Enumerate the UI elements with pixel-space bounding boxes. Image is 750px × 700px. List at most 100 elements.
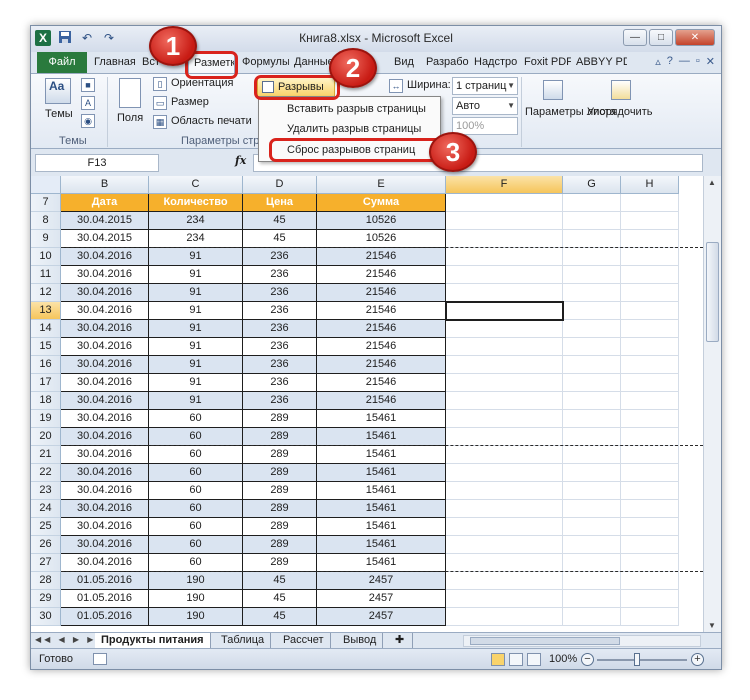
table-cell[interactable]: 10526 [317,230,446,248]
scale-spinner[interactable]: 100% [452,117,518,135]
page-break-preview-button[interactable] [527,653,541,666]
table-cell[interactable]: 236 [243,338,317,356]
empty-cell[interactable] [446,284,563,302]
table-cell[interactable]: 30.04.2016 [61,248,149,266]
empty-cell[interactable] [621,446,679,464]
table-cell[interactable]: 60 [149,428,243,446]
empty-cell[interactable] [621,338,679,356]
table-cell[interactable]: 236 [243,266,317,284]
empty-cell[interactable] [621,464,679,482]
themes-button-label[interactable]: Темы [45,108,73,120]
empty-cell[interactable] [621,482,679,500]
table-cell[interactable]: 21546 [317,338,446,356]
empty-cell[interactable] [621,248,679,266]
empty-cell[interactable] [563,536,621,554]
table-cell[interactable]: 91 [149,374,243,392]
row-header[interactable]: 8 [31,212,61,230]
size-button[interactable]: Размер [171,96,209,108]
column-header[interactable]: D [243,176,317,194]
table-cell[interactable]: 15461 [317,464,446,482]
table-cell[interactable]: 30.04.2016 [61,500,149,518]
table-cell[interactable]: 15461 [317,446,446,464]
table-cell[interactable]: 289 [243,446,317,464]
table-cell[interactable]: 15461 [317,482,446,500]
table-cell[interactable]: 30.04.2015 [61,212,149,230]
row-header[interactable]: 30 [31,608,61,626]
table-cell[interactable]: 15461 [317,428,446,446]
maximize-button[interactable]: □ [649,29,673,46]
empty-cell[interactable] [563,356,621,374]
empty-cell[interactable] [446,590,563,608]
print-area-button[interactable]: Область печати [171,115,252,127]
selected-cell[interactable] [445,301,564,321]
table-cell[interactable]: 30.04.2016 [61,536,149,554]
row-header[interactable]: 20 [31,428,61,446]
tab-home[interactable]: Главная [89,52,135,74]
empty-cell[interactable] [621,572,679,590]
size-icon[interactable]: ▭ [153,96,167,110]
empty-cell[interactable] [621,230,679,248]
row-header[interactable]: 7 [31,194,61,212]
scroll-up-icon[interactable]: ▲ [708,178,716,187]
column-header[interactable]: C [149,176,243,194]
table-cell[interactable]: 234 [149,212,243,230]
row-header[interactable]: 18 [31,392,61,410]
empty-cell[interactable] [446,320,563,338]
table-cell[interactable]: 60 [149,536,243,554]
empty-cell[interactable] [621,410,679,428]
themes-icon[interactable]: Aa [45,78,71,104]
row-header[interactable]: 10 [31,248,61,266]
row-header[interactable]: 9 [31,230,61,248]
insert-sheet-icon[interactable]: ✚ [391,633,413,649]
select-all-corner[interactable] [31,176,61,194]
table-cell[interactable]: 190 [149,572,243,590]
minimize-ribbon-icon[interactable]: ▵ [655,55,661,68]
table-cell[interactable]: 30.04.2016 [61,482,149,500]
empty-cell[interactable] [563,572,621,590]
print-area-icon[interactable]: ▦ [153,115,167,129]
scroll-down-icon[interactable]: ▼ [708,621,716,630]
table-cell[interactable]: 21546 [317,248,446,266]
table-cell[interactable]: 289 [243,518,317,536]
empty-cell[interactable] [563,608,621,626]
table-cell[interactable]: 289 [243,500,317,518]
empty-cell[interactable] [621,356,679,374]
table-cell[interactable]: 60 [149,500,243,518]
table-cell[interactable]: 21546 [317,284,446,302]
zoom-out-button[interactable]: − [581,653,594,666]
table-cell[interactable]: 15461 [317,554,446,572]
empty-cell[interactable] [446,500,563,518]
empty-cell[interactable] [446,428,563,446]
table-cell[interactable]: 30.04.2016 [61,554,149,572]
empty-cell[interactable] [563,500,621,518]
empty-cell[interactable] [446,518,563,536]
theme-colors-icon[interactable]: ■ [81,78,95,92]
row-header[interactable]: 13 [31,302,61,320]
page-layout-view-button[interactable] [509,653,523,666]
normal-view-button[interactable] [491,653,505,666]
empty-cell[interactable] [563,590,621,608]
empty-cell[interactable] [563,392,621,410]
empty-cell[interactable] [446,446,563,464]
table-cell[interactable]: 234 [149,230,243,248]
table-cell[interactable]: 2457 [317,608,446,626]
table-cell[interactable]: 91 [149,302,243,320]
table-cell[interactable]: 236 [243,248,317,266]
empty-cell[interactable] [621,536,679,554]
table-cell[interactable]: 60 [149,446,243,464]
table-cell[interactable]: 2457 [317,590,446,608]
zoom-level[interactable]: 100% [549,653,577,665]
vertical-scrollbar[interactable]: ▲ ▼ [703,176,721,632]
height-select[interactable]: Авто ▼ [452,97,518,115]
empty-cell[interactable] [446,230,563,248]
table-cell[interactable]: 91 [149,356,243,374]
row-header[interactable]: 14 [31,320,61,338]
table-cell[interactable]: 10526 [317,212,446,230]
tab-file[interactable]: Файл [37,52,87,74]
table-cell[interactable]: 2457 [317,572,446,590]
column-header[interactable]: G [563,176,621,194]
table-cell[interactable]: 45 [243,212,317,230]
table-cell[interactable]: 21546 [317,266,446,284]
row-header[interactable]: 17 [31,374,61,392]
empty-cell[interactable] [446,608,563,626]
